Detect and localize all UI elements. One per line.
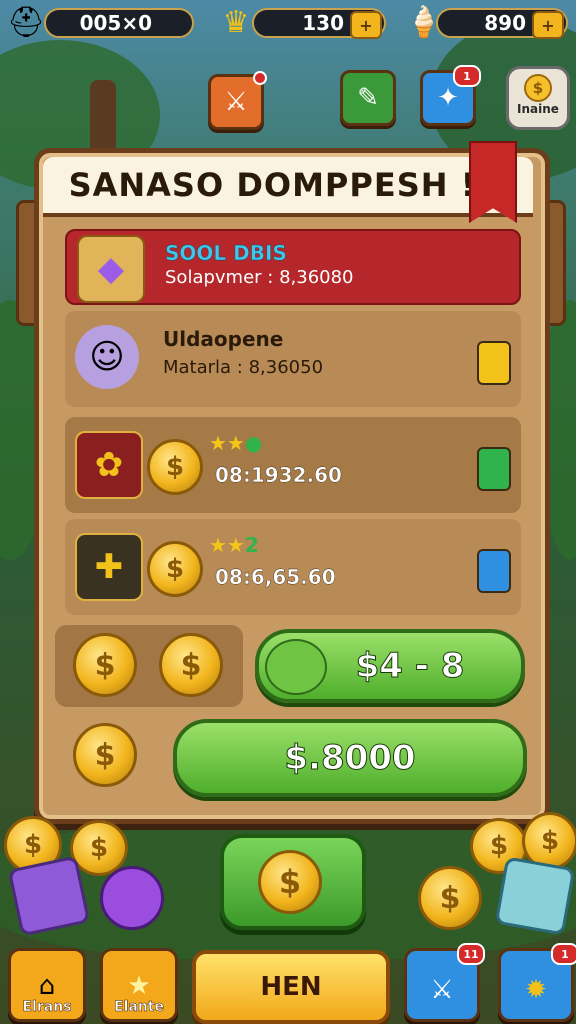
map-icon: ✎ bbox=[357, 83, 379, 113]
panel-title: SANASO DOMPPESH !!! bbox=[43, 157, 533, 217]
map-button[interactable]: ✎ bbox=[340, 70, 396, 126]
nav-button-settings[interactable]: ✹ 1 bbox=[498, 943, 576, 1022]
buy-button-large[interactable]: $.8000 bbox=[173, 719, 527, 797]
notification-dot bbox=[253, 71, 267, 85]
gift-icon: ✦ bbox=[437, 83, 459, 113]
coin-icon: $ bbox=[524, 74, 552, 102]
gear-icon: ✹ bbox=[525, 975, 547, 1005]
row-title: Uldaopene bbox=[163, 327, 284, 351]
coin-icon: $ bbox=[418, 866, 482, 930]
purple-gem-block bbox=[7, 855, 91, 937]
button-knob bbox=[265, 639, 327, 695]
star-rating: ★★● bbox=[209, 431, 263, 455]
profile-name-button[interactable]: $ Inaine bbox=[506, 66, 570, 130]
list-item[interactable]: ✚ $ ★★2 08:6,65.60 bbox=[65, 519, 521, 615]
crystal-block bbox=[494, 856, 576, 936]
nav-button-home[interactable]: ⌂ Elrans bbox=[8, 948, 86, 1022]
house-icon: ⌂ bbox=[38, 971, 56, 1001]
resource-3-value: 890 bbox=[484, 11, 526, 35]
resource-counter-1: 005×0 bbox=[44, 8, 194, 38]
row-timer: 08:1932.60 bbox=[215, 463, 342, 487]
resource-counter-3: 890 + bbox=[436, 8, 568, 39]
row-action-button[interactable] bbox=[477, 549, 511, 593]
star-icon: ★ bbox=[127, 971, 151, 1001]
quest-button[interactable]: ⚔ bbox=[208, 71, 267, 130]
coin-tray: $ $ bbox=[55, 625, 243, 707]
purchase-area: $ $ $ $4 - 8 $.8000 bbox=[55, 625, 527, 803]
row-timer: 08:6,65.60 bbox=[215, 565, 336, 589]
card-pack-icon: ◆ bbox=[77, 235, 145, 303]
buy-button-small[interactable]: $4 - 8 bbox=[255, 629, 525, 703]
resource-counter-2: 130 + bbox=[252, 8, 386, 39]
nav-button-events[interactable]: ★ Elante bbox=[100, 948, 178, 1022]
row-action-button[interactable] bbox=[477, 341, 511, 385]
row-action-button[interactable] bbox=[477, 447, 511, 491]
purple-orb bbox=[100, 866, 164, 930]
gift-button[interactable]: ✦ 1 bbox=[420, 65, 481, 126]
character-avatar: ☺ bbox=[75, 325, 139, 389]
collect-button[interactable]: $ bbox=[220, 834, 366, 930]
profile-name-label: Inaine bbox=[517, 102, 559, 116]
coin-icon: $ bbox=[147, 541, 203, 597]
add-resource-3-button[interactable]: + bbox=[532, 11, 564, 39]
coin-icon: $ bbox=[258, 850, 322, 914]
nav-button-battle[interactable]: ⚔ 11 bbox=[404, 943, 485, 1022]
row-title: SOOL DBIS bbox=[165, 241, 287, 265]
coin-icon: $ bbox=[159, 633, 223, 697]
treasure-chest-icon: ✿ bbox=[75, 431, 143, 499]
battle-badge: 11 bbox=[457, 943, 485, 965]
sword-icon: ⚔ bbox=[430, 975, 454, 1005]
gift-badge: 1 bbox=[453, 65, 481, 87]
star-rating: ★★2 bbox=[209, 533, 259, 557]
crown-icon: ♛ bbox=[222, 4, 250, 40]
coin-icon: $ bbox=[73, 723, 137, 787]
coin-icon: $ bbox=[73, 633, 137, 697]
main-action-button[interactable]: HEN bbox=[192, 950, 390, 1024]
reward-panel: SANASO DOMPPESH !!! ◆ SOOL DBIS Solapvme… bbox=[34, 141, 550, 824]
top-resource-bar: ⛑ 005×0 ♛ 130 + 🍦 890 + bbox=[0, 0, 576, 50]
helmet-icon: ⛑ bbox=[6, 4, 46, 40]
resource-2-value: 130 bbox=[302, 11, 344, 35]
settings-badge: 1 bbox=[551, 943, 576, 965]
row-subtitle: Matarla : 8,36050 bbox=[163, 357, 324, 378]
sword-icon: ⚔ bbox=[224, 87, 248, 117]
resource-1-value: 005×0 bbox=[79, 11, 152, 35]
add-resource-2-button[interactable]: + bbox=[350, 11, 382, 39]
row-subtitle: Solapvmer : 8,36080 bbox=[165, 267, 354, 288]
list-item[interactable]: ☺ Uldaopene Matarla : 8,36050 bbox=[65, 311, 521, 407]
book-icon: ✚ bbox=[75, 533, 143, 601]
coin-icon: $ bbox=[147, 439, 203, 495]
list-item[interactable]: ◆ SOOL DBIS Solapvmer : 8,36080 bbox=[65, 229, 521, 305]
list-item[interactable]: ✿ $ ★★● 08:1932.60 bbox=[65, 417, 521, 513]
